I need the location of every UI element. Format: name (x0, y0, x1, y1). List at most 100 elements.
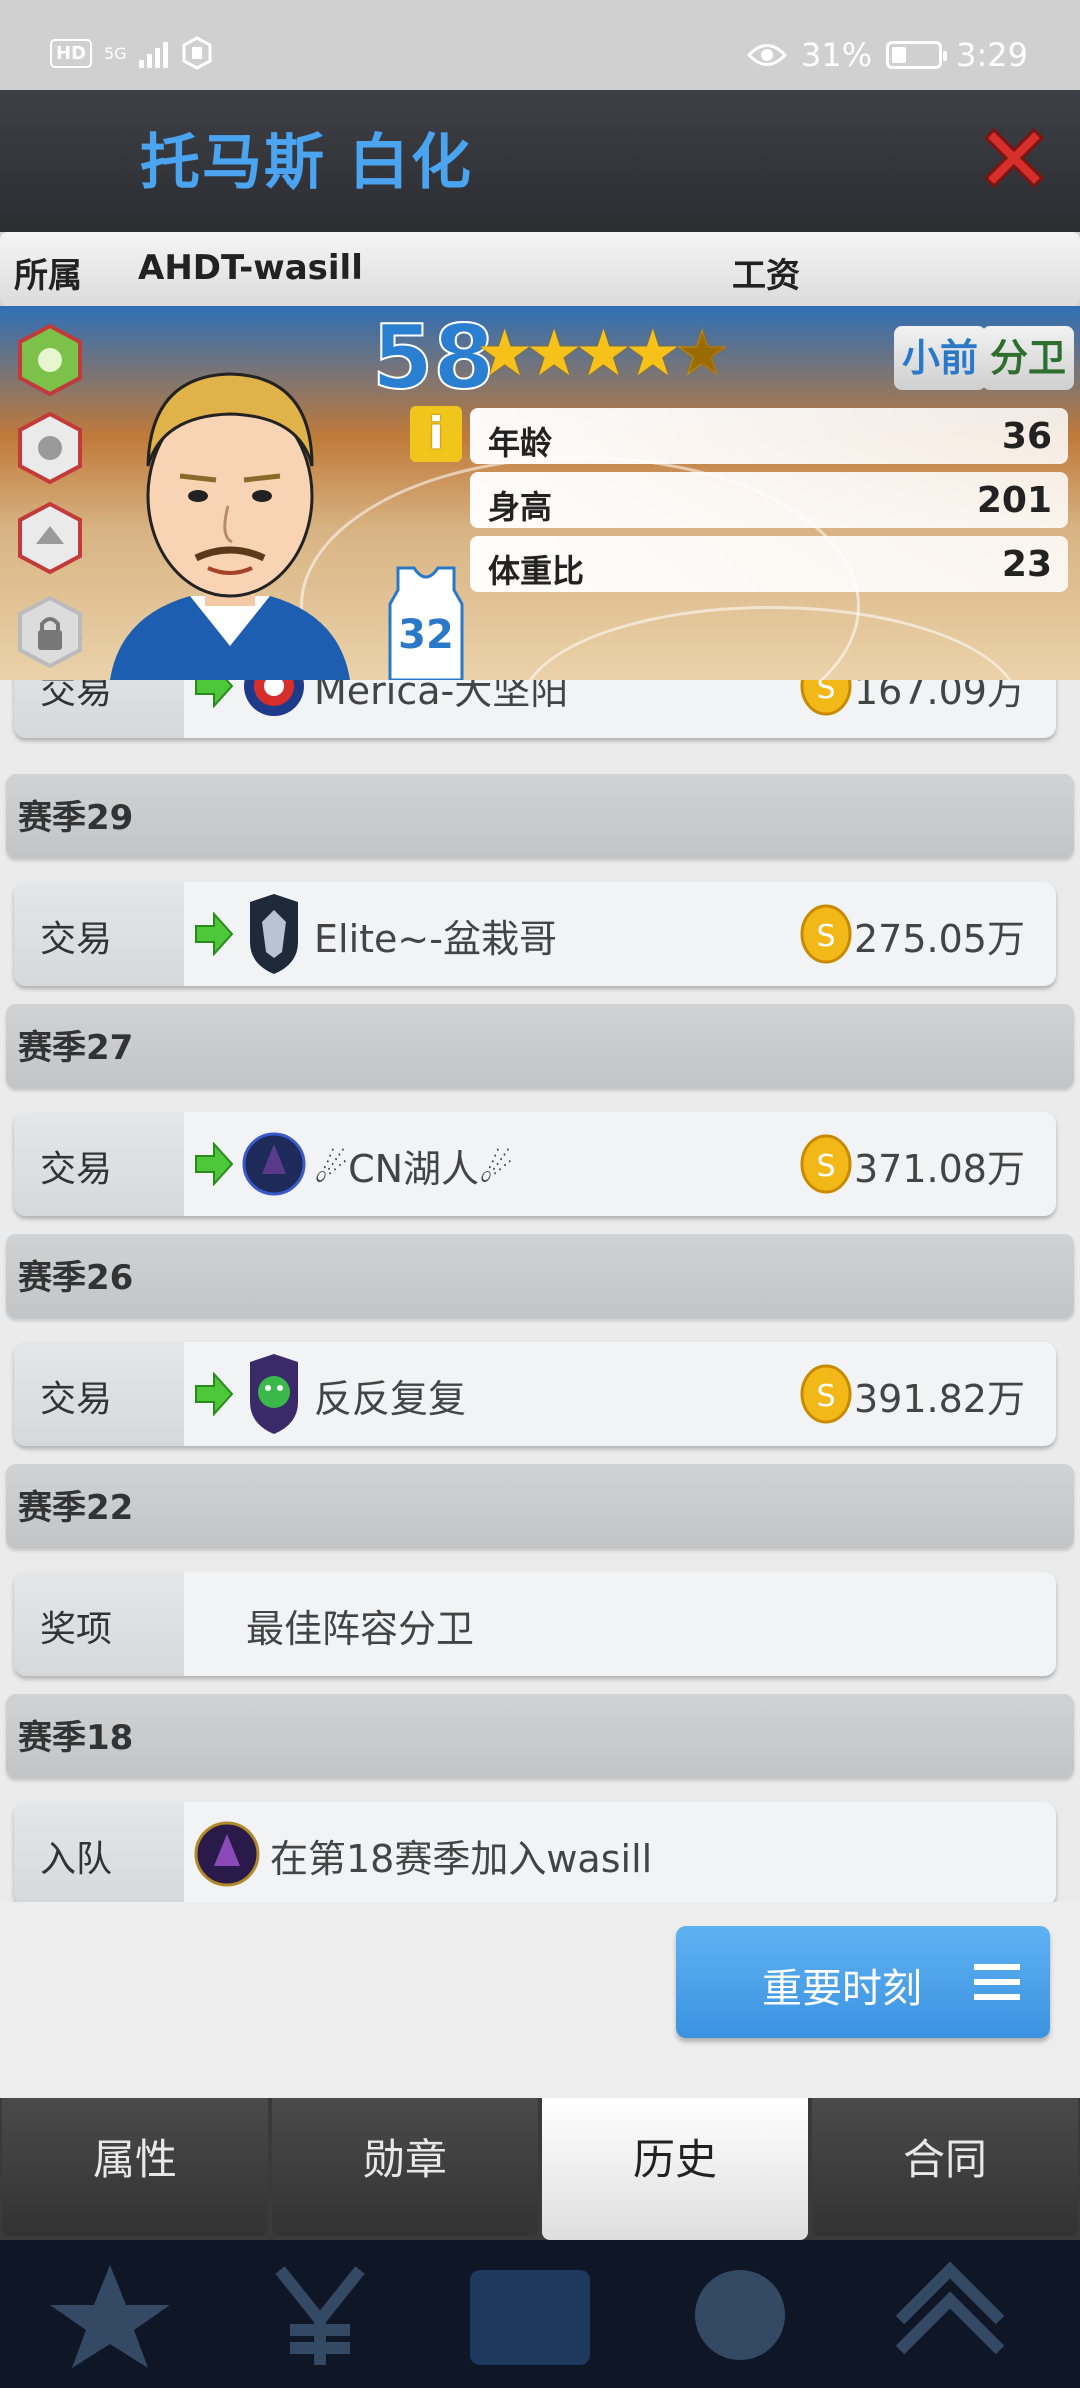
transfer-arrow-icon (195, 680, 234, 708)
team-name: Merica-大坚阳 (314, 680, 569, 713)
svg-text:S: S (816, 1149, 835, 1184)
moment-area: 重要时刻 (0, 1902, 1080, 2098)
attr-value: 201 (976, 480, 1052, 521)
important-moments-label: 重要时刻 (762, 1966, 922, 2012)
season-label: 赛季22 (18, 1488, 134, 1528)
svg-text:S: S (816, 1379, 835, 1414)
season-header: 赛季22 (6, 1464, 1074, 1548)
position-tag-sf: 小前 (894, 326, 987, 390)
clock: 3:29 (956, 36, 1028, 74)
battery-icon (886, 41, 948, 69)
rating-stars: ★ ★ ★ ★ ★ (476, 322, 731, 386)
menu-icon (974, 1964, 1020, 2000)
transfer-price: 275.05万 (854, 917, 1025, 961)
salary-label: 工资 (732, 256, 800, 296)
team-logo-icon (194, 1821, 260, 1887)
skill-badge-icon[interactable] (18, 502, 82, 574)
app-notification-icon (182, 36, 212, 70)
affiliation-team: AHDT-wasill (138, 248, 363, 288)
attr-label: 体重比 (488, 552, 585, 590)
coin-icon: S (800, 1364, 852, 1424)
skill-badge-icon[interactable] (18, 412, 82, 484)
entry-type: 交易 (40, 919, 113, 960)
coin-icon: S (800, 1134, 852, 1194)
team-name: Elite~-盆栽哥 (314, 917, 557, 961)
transfer-arrow-icon (195, 1142, 234, 1186)
position-tag-sg: 分卫 (982, 326, 1075, 390)
history-entry[interactable]: 交易 Elite~-盆栽哥 S 275.05万 (14, 882, 1056, 986)
history-entry[interactable]: 奖项 最佳阵容分卫 (14, 1572, 1056, 1676)
tab-bar: 属性 勋章 历史 合同 (0, 2098, 1080, 2240)
jersey-number: 32 (398, 612, 454, 658)
important-moments-button[interactable]: 重要时刻 (676, 1926, 1050, 2038)
coin-icon: S (800, 680, 852, 716)
coin-icon: S (800, 904, 852, 964)
affiliation-row: 所属 AHDT-wasill 工资 (0, 232, 1080, 306)
team-name: ☄CN湖人☄ (314, 1147, 514, 1191)
player-header: 托马斯 白化 (0, 90, 1080, 232)
lock-icon[interactable] (18, 596, 82, 668)
history-entry[interactable]: 交易 Merica-大坚阳 S 167.09万 (14, 680, 1056, 738)
attr-row-weight: 体重比 23 (470, 536, 1068, 592)
entry-type: 奖项 (40, 1609, 113, 1650)
team-name: 反反复复 (314, 1377, 467, 1421)
attr-row-age: 年龄 36 (470, 408, 1068, 464)
season-header: 赛季18 (6, 1694, 1074, 1778)
team-logo-icon (242, 1132, 306, 1196)
attr-label: 身高 (488, 488, 553, 526)
player-name: 托马斯 白化 (140, 128, 473, 198)
tab-badges[interactable]: 勋章 (272, 2098, 538, 2236)
season-label: 赛季27 (18, 1028, 134, 1068)
info-icon[interactable]: i (410, 406, 462, 462)
svg-text:S: S (816, 680, 835, 706)
attr-label: 年龄 (488, 424, 553, 462)
player-avatar (110, 372, 350, 680)
season-header: 赛季27 (6, 1004, 1074, 1088)
award-description: 最佳阵容分卫 (246, 1607, 475, 1651)
season-header: 赛季26 (6, 1234, 1074, 1318)
skill-badge-icon[interactable] (18, 324, 82, 396)
entry-type: 交易 (40, 1149, 113, 1190)
eye-icon (747, 44, 788, 66)
tab-contract[interactable]: 合同 (812, 2098, 1078, 2236)
tab-history[interactable]: 历史 (542, 2098, 808, 2240)
status-bar: HD 5G 31% 3:29 (0, 0, 1080, 90)
tab-attributes[interactable]: 属性 (2, 2098, 268, 2236)
season-label: 赛季26 (18, 1258, 134, 1298)
team-logo-icon (250, 1354, 298, 1434)
entry-type: 交易 (40, 1379, 113, 1420)
history-entry[interactable]: 入队 在第18赛季加入wasill (14, 1802, 1056, 1902)
attr-value: 23 (1001, 544, 1052, 585)
signal-icon (138, 38, 168, 68)
hd-indicator: HD (50, 38, 93, 68)
ball-nav-icon (695, 2270, 785, 2360)
svg-text:S: S (816, 919, 835, 954)
half-star-icon: ★ (673, 317, 731, 391)
affiliation-label: 所属 (14, 256, 82, 296)
season-header: 赛季29 (6, 774, 1074, 858)
transfer-price: 391.82万 (854, 1377, 1025, 1421)
jersey-icon: 32 (388, 566, 464, 680)
close-icon[interactable] (976, 120, 1052, 196)
star-nav-icon (50, 2265, 170, 2368)
attr-row-height: 身高 201 (470, 472, 1068, 528)
entry-type: 交易 (40, 680, 113, 712)
team-logo-icon (250, 894, 298, 974)
background-bottom-nav (0, 2240, 1080, 2388)
history-entry[interactable]: 交易 ☄CN湖人☄ S 371.08万 (14, 1112, 1056, 1216)
history-list[interactable]: 交易 Merica-大坚阳 S 167.09万 赛季29 交易 Elite~-盆… (0, 680, 1080, 1902)
history-entry[interactable]: 交易 反反复复 S 391.82万 (14, 1342, 1056, 1446)
season-label: 赛季18 (18, 1718, 134, 1758)
yen-nav-icon (275, 2266, 365, 2365)
transfer-arrow-icon (195, 1372, 234, 1416)
transfer-price: 167.09万 (854, 680, 1025, 713)
transfer-arrow-icon (195, 912, 234, 956)
team-logo-icon (244, 680, 304, 716)
network-type: 5G (104, 43, 127, 63)
player-card: 58 ★ ★ ★ ★ ★ 小前 分卫 i 年龄 36 身高 201 体重比 23… (0, 306, 1080, 680)
chevron-up-icon (895, 2261, 1005, 2355)
battery-percent: 31% (801, 36, 873, 74)
entry-type: 入队 (40, 1839, 113, 1880)
attr-value: 36 (1001, 416, 1052, 457)
transfer-price: 371.08万 (854, 1147, 1025, 1191)
